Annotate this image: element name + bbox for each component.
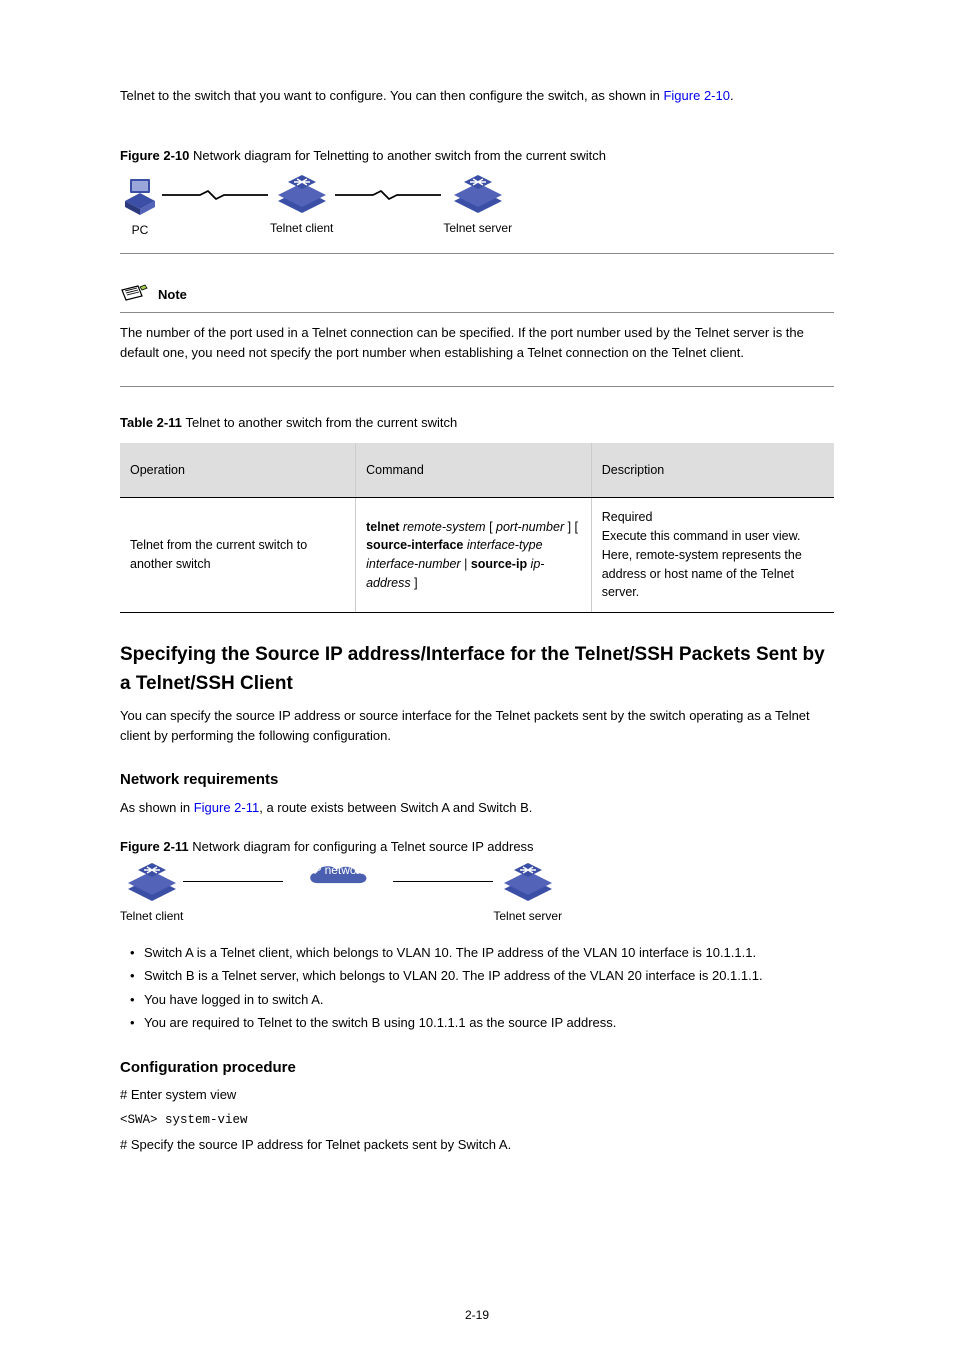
fig11-server-node: Telnet server (493, 863, 562, 925)
cmd-remote: remote-system (399, 520, 485, 534)
th-command: Command (356, 443, 592, 498)
section-paragraph: You can specify the source IP address or… (120, 706, 834, 745)
table-header-row: Operation Command Description (120, 443, 834, 498)
switch-icon (498, 863, 558, 901)
cmd-port: port-number (496, 520, 564, 534)
bullet-1-text: Switch A is a Telnet client, which belon… (144, 943, 756, 963)
figure-2-11: Telnet client IP network (120, 863, 834, 925)
bullet-dot-icon: • (130, 943, 144, 963)
zlink-2 (333, 189, 443, 201)
bullet-dot-icon: • (130, 1013, 144, 1033)
command-table: Operation Command Description Telnet fro… (120, 443, 834, 614)
table-caption: Table 2-11 Telnet to another switch from… (120, 413, 834, 433)
proc-comment-2: # Specify the source IP address for Teln… (120, 1135, 834, 1155)
fig11-client-label: Telnet client (120, 907, 183, 925)
pc-icon (120, 175, 160, 215)
figure-2-11-caption: Figure 2-11 Network diagram for configur… (120, 837, 834, 857)
bullet-dot-icon: • (130, 966, 144, 986)
zlink-1 (160, 189, 270, 201)
bullet-4-text: You are required to Telnet to the switch… (144, 1013, 616, 1033)
figure-link-pt2[interactable]: 2-10 (704, 88, 730, 103)
cmd-seg3: | (461, 557, 471, 571)
cell-description: Required Execute this command in user vi… (591, 498, 834, 613)
req-prefix: As shown in (120, 800, 194, 815)
th-operation: Operation (120, 443, 356, 498)
table-row: Telnet from the current switch to anothe… (120, 498, 834, 613)
figure-2-11-link[interactable]: Figure 2-11 (194, 800, 260, 815)
figure-2-11-text: Network diagram for configuring a Telnet… (192, 839, 533, 854)
req-suffix: , a route exists between Switch A and Sw… (259, 800, 532, 815)
bullet-4: •You are required to Telnet to the switc… (130, 1013, 834, 1033)
bullet-3: •You have logged in to switch A. (130, 990, 834, 1010)
pc-node: PC (120, 175, 160, 239)
bullet-2: •Switch B is a Telnet server, which belo… (130, 966, 834, 986)
proc-command-1: <SWA> system-view (120, 1111, 834, 1130)
proc-comment-1: # Enter system view (120, 1085, 834, 1105)
bullet-dot-icon: • (130, 990, 144, 1010)
config-procedure-heading: Configuration procedure (120, 1057, 834, 1080)
figure-2-10-caption: Figure 2-10 Network diagram for Telnetti… (120, 146, 834, 166)
note-header: Note (120, 280, 834, 313)
figure-2-10-text: Network diagram for Telnetting to anothe… (193, 148, 606, 163)
cmd-srcip-kw: source-ip (471, 557, 527, 571)
figure-link-pt1[interactable]: Figure (663, 88, 700, 103)
section-title: Specifying the Source IP address/Interfa… (120, 641, 834, 698)
cloud-label: IP network (310, 861, 366, 879)
figure-2-10: PC Telnet client (120, 175, 834, 254)
line-link-2 (393, 881, 493, 882)
telnet-client-label: Telnet client (270, 219, 333, 237)
note-text: The number of the port used in a Telnet … (120, 323, 834, 362)
requirements-line: As shown in Figure 2-11, a route exists … (120, 798, 834, 818)
telnet-client-node: Telnet client (270, 175, 333, 237)
table-num: Table 2-11 (120, 415, 186, 430)
intro-paragraph: Telnet to the switch that you want to co… (120, 86, 834, 106)
intro-suffix: . (730, 88, 734, 103)
note-label: Note (158, 285, 187, 305)
cmd-srcif-kw: source-interface (366, 538, 463, 552)
telnet-server-label: Telnet server (443, 219, 512, 237)
switch-icon (448, 175, 508, 213)
bullet-3-text: You have logged in to switch A. (144, 990, 323, 1010)
cell-command: telnet remote-system [ port-number ] [ s… (356, 498, 592, 613)
page-number: 2-19 (0, 1306, 954, 1324)
cmd-seg2: ] [ (564, 520, 578, 534)
pc-label: PC (132, 221, 149, 239)
network-requirements-heading: Network requirements (120, 769, 834, 792)
cmd-telnet: telnet (366, 520, 399, 534)
bullet-1: •Switch A is a Telnet client, which belo… (130, 943, 834, 963)
fig11-server-label: Telnet server (493, 907, 562, 925)
figure-2-11-num: Figure 2-11 (120, 839, 192, 854)
line-link-1 (183, 881, 283, 882)
th-description: Description (591, 443, 834, 498)
cmd-seg4: ] (411, 576, 418, 590)
cloud-node: IP network (283, 863, 393, 907)
intro-prefix: Telnet to the switch that you want to co… (120, 88, 663, 103)
table-title: Telnet to another switch from the curren… (186, 415, 458, 430)
fig11-client-node: Telnet client (120, 863, 183, 925)
note-block: Note The number of the port used in a Te… (120, 280, 834, 387)
bullet-2-text: Switch B is a Telnet server, which belon… (144, 966, 763, 986)
telnet-server-node: Telnet server (443, 175, 512, 237)
cmd-seg1: [ (486, 520, 496, 534)
switch-icon (272, 175, 332, 213)
note-icon (120, 284, 150, 306)
switch-icon (122, 863, 182, 901)
figure-2-10-num: Figure 2-10 (120, 148, 193, 163)
cell-operation: Telnet from the current switch to anothe… (120, 498, 356, 613)
